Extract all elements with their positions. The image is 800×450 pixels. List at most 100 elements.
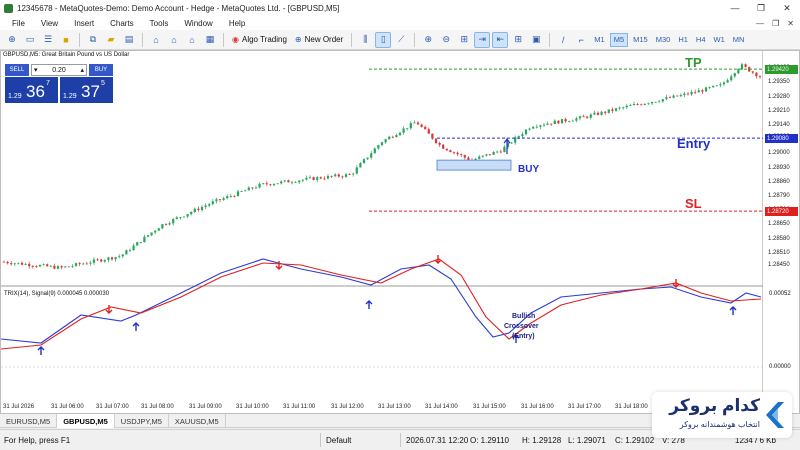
window-title: 12345678 - MetaQuotes-Demo: Demo Account…: [17, 3, 340, 13]
candle-body: [730, 76, 733, 81]
app-icon: [4, 3, 13, 13]
chart-minimize-button[interactable]: —: [756, 19, 764, 28]
candle-body: [755, 72, 758, 77]
candle-body: [125, 250, 128, 255]
price-tick-label: 1.28790: [768, 192, 790, 199]
candle-body: [64, 266, 67, 268]
candle-body: [388, 136, 391, 140]
strategy-icon[interactable]: ■: [58, 32, 74, 48]
templates-icon[interactable]: ▣: [528, 32, 544, 48]
bar-open: O: 1.29110: [470, 436, 509, 445]
scroll-chart-icon[interactable]: ⇥: [474, 31, 491, 48]
candle-body: [143, 236, 146, 243]
toolbar-separator: [142, 32, 143, 47]
maximize-button[interactable]: ❐: [748, 0, 774, 16]
candle-body: [391, 136, 394, 138]
timeframe-h1[interactable]: H1: [675, 33, 691, 47]
timeframe-m30[interactable]: M30: [653, 33, 674, 47]
chart-window[interactable]: GBPUSD,M5: Great Britain Pound vs US Dol…: [0, 50, 800, 414]
profiles-icon[interactable]: ▭: [22, 32, 38, 48]
candle-body: [114, 257, 117, 260]
candle-body: [218, 199, 222, 201]
candle-body: [154, 230, 157, 233]
vps-icon[interactable]: ⌂: [184, 32, 200, 48]
candle-body: [614, 108, 618, 111]
buy-label: BUY: [518, 164, 540, 175]
chart-close-button[interactable]: ✕: [787, 19, 794, 28]
candle-body: [35, 266, 38, 268]
menu-tools[interactable]: Tools: [142, 19, 177, 28]
terminal-icon[interactable]: ▤: [121, 32, 137, 48]
bar-chart-icon[interactable]: ⫼: [357, 32, 373, 48]
candle-body: [330, 175, 333, 177]
tab-xauusd[interactable]: XAUUSD,M5: [169, 414, 226, 428]
candle-body: [751, 71, 754, 73]
candle-body: [416, 122, 420, 125]
candle-body: [539, 125, 542, 127]
osc-axis-zero: 0.00000: [769, 364, 791, 370]
timeframe-mn[interactable]: MN: [730, 33, 748, 47]
zoom-out-icon[interactable]: ⊖: [438, 32, 454, 48]
algo-trading-button[interactable]: ◉ Algo Trading: [229, 32, 290, 48]
candle-body: [744, 64, 747, 67]
timeframe-m15[interactable]: M15: [630, 33, 651, 47]
menu-window[interactable]: Window: [176, 19, 220, 28]
candle-body: [323, 178, 326, 180]
tab-usdjpy[interactable]: USDJPY,M5: [115, 414, 169, 428]
status-separator: [400, 433, 401, 447]
candle-body: [24, 263, 27, 265]
candle-body: [46, 264, 49, 267]
menu-help[interactable]: Help: [221, 19, 253, 28]
time-tick-label: 31 Jul 16:00: [521, 404, 554, 410]
signals-icon[interactable]: ⌂: [166, 32, 182, 48]
candle-body: [240, 191, 243, 192]
candle-body: [690, 91, 693, 95]
chart-shift-icon[interactable]: ⇤: [492, 31, 509, 48]
menu-file[interactable]: File: [4, 19, 33, 28]
crosshair-icon[interactable]: ⌐: [573, 32, 589, 48]
candle-body: [121, 254, 124, 257]
candle-body: [704, 87, 708, 92]
timeframe-w1[interactable]: W1: [711, 33, 728, 47]
zoom-in-icon[interactable]: ⊕: [420, 32, 436, 48]
timeframe-m1[interactable]: M1: [591, 33, 607, 47]
price-chart[interactable]: [1, 51, 763, 403]
market-watch-icon[interactable]: ☰: [40, 32, 56, 48]
bar-low: L: 1.29071: [568, 436, 606, 445]
tab-eurusd[interactable]: EURUSD,M5: [0, 414, 58, 428]
candle-body: [197, 208, 200, 211]
candle-body: [341, 176, 344, 178]
menu-view[interactable]: View: [33, 19, 66, 28]
menu-insert[interactable]: Insert: [66, 19, 102, 28]
candlestick-icon[interactable]: ▯: [375, 31, 392, 48]
candle-body: [78, 263, 81, 265]
market-icon[interactable]: ⌂: [148, 32, 164, 48]
indicators-icon[interactable]: ⊞: [510, 32, 526, 48]
candle-body: [164, 224, 168, 226]
new-chart-icon[interactable]: ⊕: [4, 32, 20, 48]
close-button[interactable]: ✕: [774, 0, 800, 16]
minimize-button[interactable]: —: [722, 0, 748, 16]
tile-windows-icon[interactable]: ⊞: [456, 32, 472, 48]
folder-icon[interactable]: ▰: [103, 32, 119, 48]
candle-body: [564, 119, 567, 122]
navigator-icon[interactable]: ⧉: [85, 32, 101, 48]
candle-body: [726, 80, 729, 83]
cursor-icon[interactable]: /: [555, 32, 571, 48]
candle-body: [175, 217, 178, 219]
timeframe-h4[interactable]: H4: [693, 33, 709, 47]
tab-gbpusd[interactable]: GBPUSD,M5: [57, 414, 115, 428]
candle-body: [420, 124, 423, 127]
osc-axis-top: 0.00052: [769, 291, 791, 297]
candle-body: [352, 173, 355, 175]
news-icon[interactable]: ▦: [202, 32, 218, 48]
status-separator: [320, 433, 321, 447]
menu-charts[interactable]: Charts: [102, 19, 142, 28]
line-chart-icon[interactable]: ⟋: [393, 32, 409, 48]
chart-restore-button[interactable]: ❐: [772, 19, 779, 28]
candle-body: [118, 256, 121, 258]
new-order-button[interactable]: ⊕ New Order: [292, 32, 346, 48]
candle-body: [683, 93, 686, 96]
candle-body: [316, 177, 319, 180]
timeframe-m5[interactable]: M5: [609, 32, 629, 47]
